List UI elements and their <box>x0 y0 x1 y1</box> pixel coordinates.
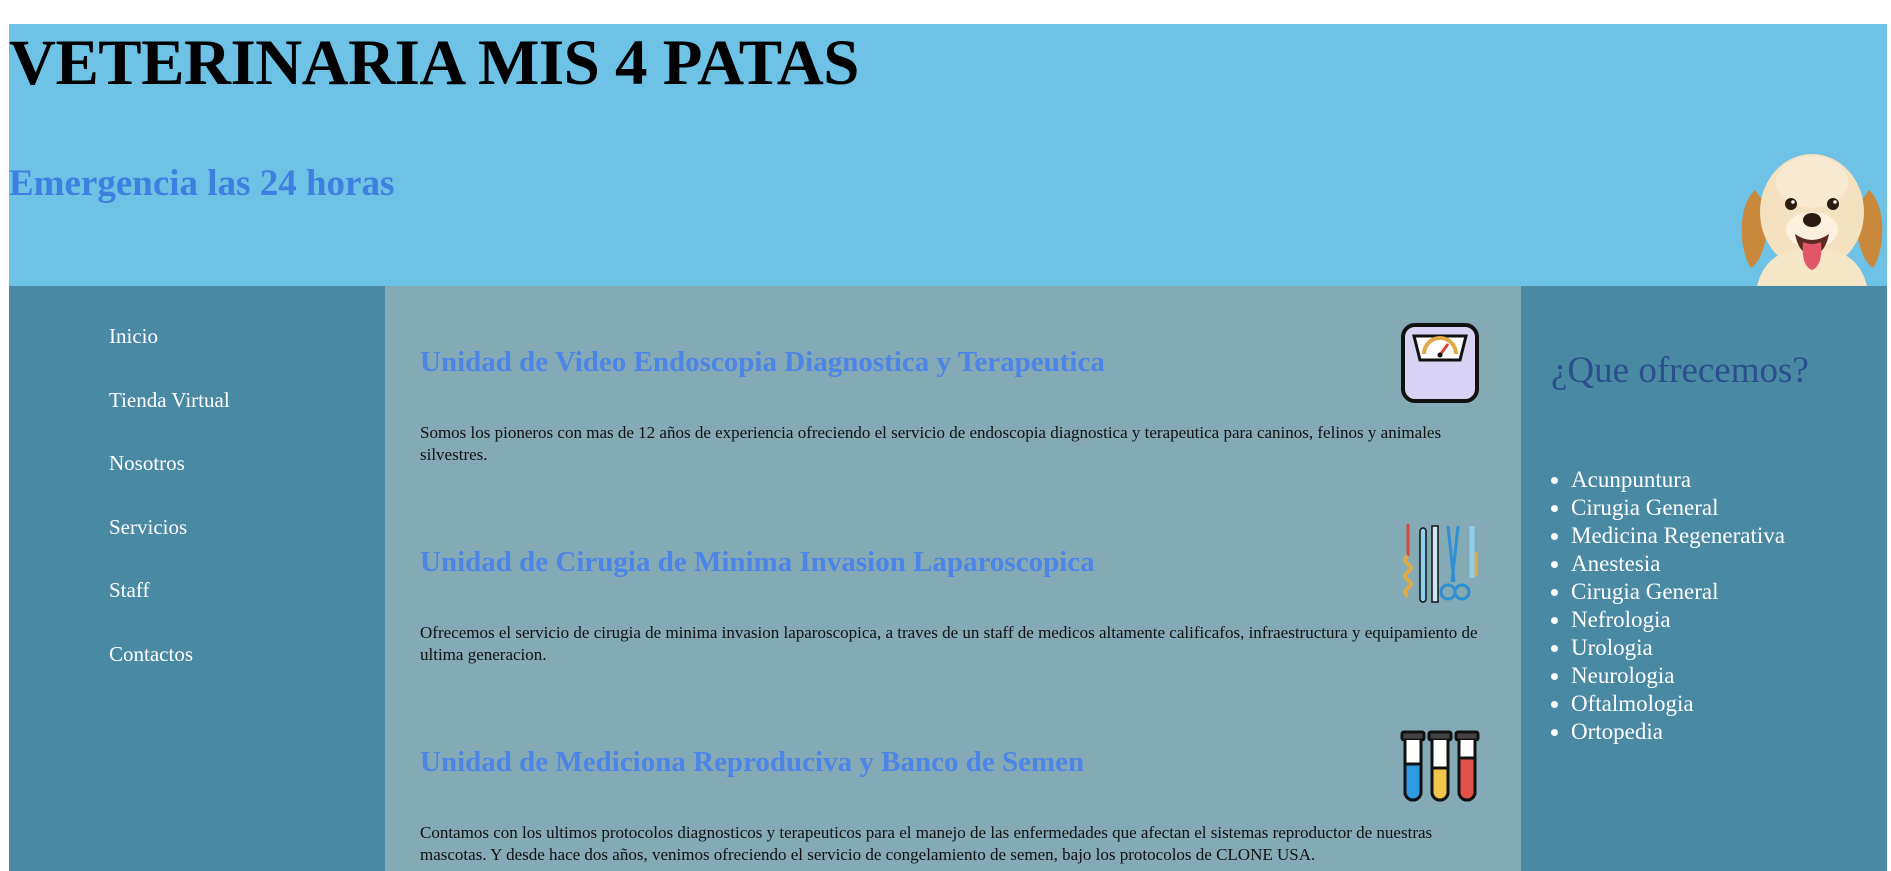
test-tubes-icon <box>1400 730 1480 802</box>
site-title: VETERINARIA MIS 4 PATAS <box>9 27 859 99</box>
offer-item: Cirugia General <box>1571 494 1785 522</box>
nav-item-contactos[interactable]: Contactos <box>109 642 230 706</box>
puppy-image <box>1741 154 1883 286</box>
nav-list: Inicio Tienda Virtual Nosotros Servicios… <box>109 324 230 705</box>
site-subtitle: Emergencia las 24 horas <box>9 163 395 204</box>
offer-item: Neurologia <box>1571 662 1785 690</box>
offer-item: Acunpuntura <box>1571 466 1785 494</box>
services-sidebar: ¿Que ofrecemos? Acunpuntura Cirugia Gene… <box>1521 286 1887 871</box>
offer-item: Nefrologia <box>1571 606 1785 634</box>
sidebar-nav: Inicio Tienda Virtual Nosotros Servicios… <box>9 286 385 871</box>
offer-item: Anestesia <box>1571 550 1785 578</box>
nav-item-tienda-virtual[interactable]: Tienda Virtual <box>109 388 230 452</box>
offer-list: Acunpuntura Cirugia General Medicina Reg… <box>1571 466 1785 746</box>
weighing-scale-icon <box>1401 323 1479 403</box>
nav-item-nosotros[interactable]: Nosotros <box>109 451 230 515</box>
offer-item: Urologia <box>1571 634 1785 662</box>
nav-item-inicio[interactable]: Inicio <box>109 324 230 388</box>
unit-title: Unidad de Mediciona Reproduciva y Banco … <box>420 746 1085 778</box>
page: VETERINARIA MIS 4 PATAS Emergencia las 2… <box>9 24 1887 871</box>
surgical-tools-icon <box>1403 524 1478 603</box>
unit-title: Unidad de Video Endoscopia Diagnostica y… <box>420 346 1105 378</box>
unit-description: Ofrecemos el servicio de cirugia de mini… <box>420 623 1478 664</box>
nav-item-staff[interactable]: Staff <box>109 578 230 642</box>
offer-item: Medicina Regenerativa <box>1571 522 1785 550</box>
offer-item: Oftalmologia <box>1571 690 1785 718</box>
unit-title: Unidad de Cirugia de Minima Invasion Lap… <box>420 546 1095 578</box>
offer-title: ¿Que ofrecemos? <box>1551 350 1809 391</box>
header-banner: VETERINARIA MIS 4 PATAS Emergencia las 2… <box>9 24 1887 286</box>
offer-item: Ortopedia <box>1571 718 1785 746</box>
nav-item-servicios[interactable]: Servicios <box>109 515 230 579</box>
unit-description: Contamos con los ultimos protocolos diag… <box>420 823 1433 864</box>
offer-item: Cirugia General <box>1571 578 1785 606</box>
unit-description: Somos los pioneros con mas de 12 años de… <box>420 423 1442 464</box>
main-content: Unidad de Video Endoscopia Diagnostica y… <box>385 286 1521 871</box>
